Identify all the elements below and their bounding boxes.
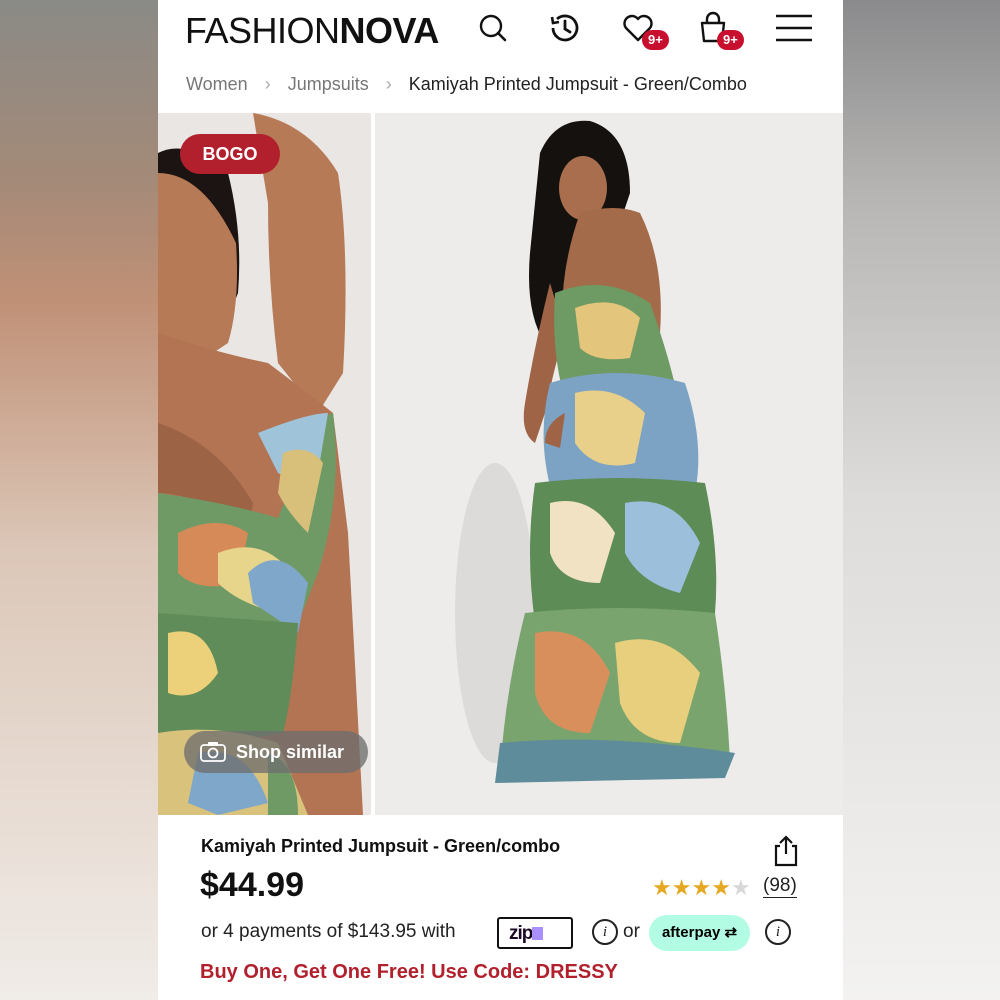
- search-icon[interactable]: [473, 8, 513, 48]
- bogo-badge: BOGO: [180, 134, 280, 174]
- product-title: Kamiyah Printed Jumpsuit - Green/combo: [201, 836, 561, 856]
- logo-text-bold: NOVA: [339, 10, 440, 51]
- breadcrumb: Women › Jumpsuits › Kamiyah Printed Jumpsuit…: [186, 74, 747, 95]
- afterpay-info-icon[interactable]: i: [765, 919, 791, 945]
- shop-similar-label: Shop similar: [236, 742, 345, 762]
- history-icon[interactable]: [544, 8, 584, 48]
- star-icon: ★: [671, 875, 692, 900]
- breadcrumb-item-current: Kamiyah Printed Jumpsuit - Green/Combo: [408, 74, 747, 94]
- star-icon: ★: [691, 875, 712, 900]
- afterpay-label: afterpay: [661, 924, 721, 941]
- afterpay-logo[interactable]: afterpay ⇄: [649, 915, 750, 951]
- shop-similar-button[interactable]: Shop similar: [184, 731, 368, 773]
- or-text: or: [623, 921, 640, 942]
- site-header: FASHIONNOVA 9+ 9+: [158, 0, 843, 62]
- review-count-link[interactable]: (98): [763, 875, 797, 898]
- closeup-photo: [158, 113, 371, 815]
- share-icon[interactable]: [770, 834, 802, 868]
- zip-logo[interactable]: zip: [497, 917, 573, 949]
- afterpay-arrows-icon: ⇄: [720, 924, 738, 941]
- product-price: $44.99: [200, 866, 304, 904]
- rating-stars[interactable]: ★★★★★: [652, 875, 751, 901]
- zip-info-icon[interactable]: i: [592, 919, 618, 945]
- installments-text: or 4 payments of $143.95 with: [201, 921, 456, 942]
- chevron-right-icon: ›: [264, 74, 271, 94]
- camera-icon: [200, 742, 226, 762]
- zip-logo-text: zip: [509, 923, 533, 944]
- full-body-photo: [375, 113, 843, 815]
- breadcrumb-item-jumpsuits[interactable]: Jumpsuits: [288, 74, 369, 95]
- star-empty-icon: ★: [730, 875, 751, 900]
- product-image-closeup[interactable]: BOGO Shop similar: [158, 113, 371, 815]
- product-page: FASHIONNOVA 9+ 9+ Women › Jumpsuits › Kamiya…: [158, 0, 843, 1000]
- fashionnova-logo[interactable]: FASHIONNOVA: [185, 10, 439, 52]
- zip-logo-mark: [532, 927, 543, 940]
- wishlist-count-badge: 9+: [642, 30, 669, 50]
- menu-icon[interactable]: [774, 8, 814, 48]
- star-icon: ★: [652, 875, 672, 900]
- background-blur-left: [0, 0, 158, 1000]
- breadcrumb-item-women[interactable]: Women: [186, 74, 248, 95]
- background-blur-right: [843, 0, 1000, 1000]
- cart-count-badge: 9+: [717, 30, 744, 50]
- product-image-full[interactable]: [375, 113, 843, 815]
- promo-message: Buy One, Get One Free! Use Code: DRESSY: [200, 961, 618, 983]
- star-icon: ★: [711, 875, 731, 900]
- logo-text-thin: FASHION: [185, 10, 340, 51]
- chevron-right-icon: ›: [385, 74, 392, 94]
